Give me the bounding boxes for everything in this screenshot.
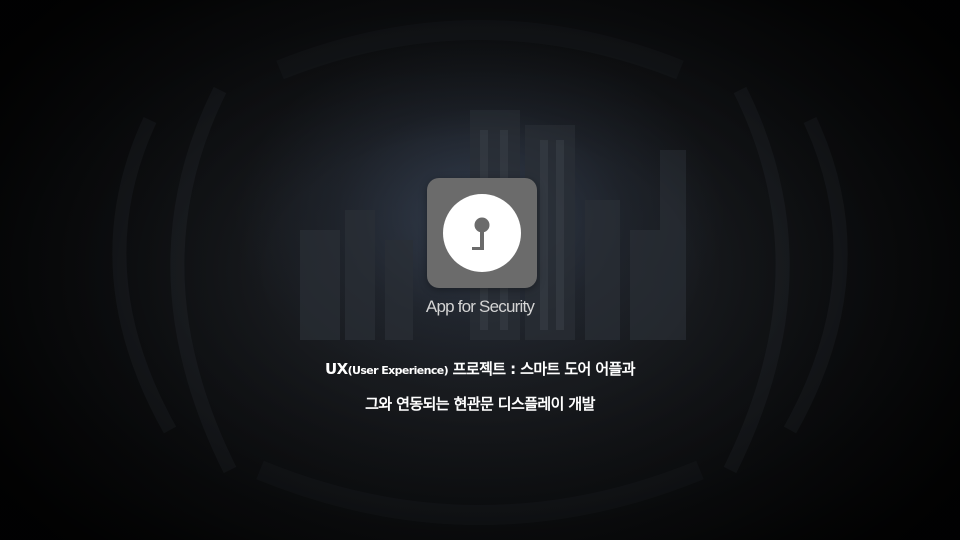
ux-label: UX (325, 360, 348, 378)
description-line-1-rest: 프로젝트 : 스마트 도어 어플과 (452, 360, 636, 378)
keyhole-lock-icon (443, 194, 521, 272)
description-line-2: 그와 연동되는 현관문 디스플레이 개발 (365, 395, 595, 413)
app-label: App for Security (425, 297, 535, 316)
ux-paren-label: (User Experience) (347, 364, 449, 377)
slide: App for Security UX(User Experience) 프로젝… (0, 0, 960, 540)
app-icon (427, 178, 537, 288)
description-line-1: UX(User Experience) 프로젝트 : 스마트 도어 어플과 (0, 358, 960, 379)
